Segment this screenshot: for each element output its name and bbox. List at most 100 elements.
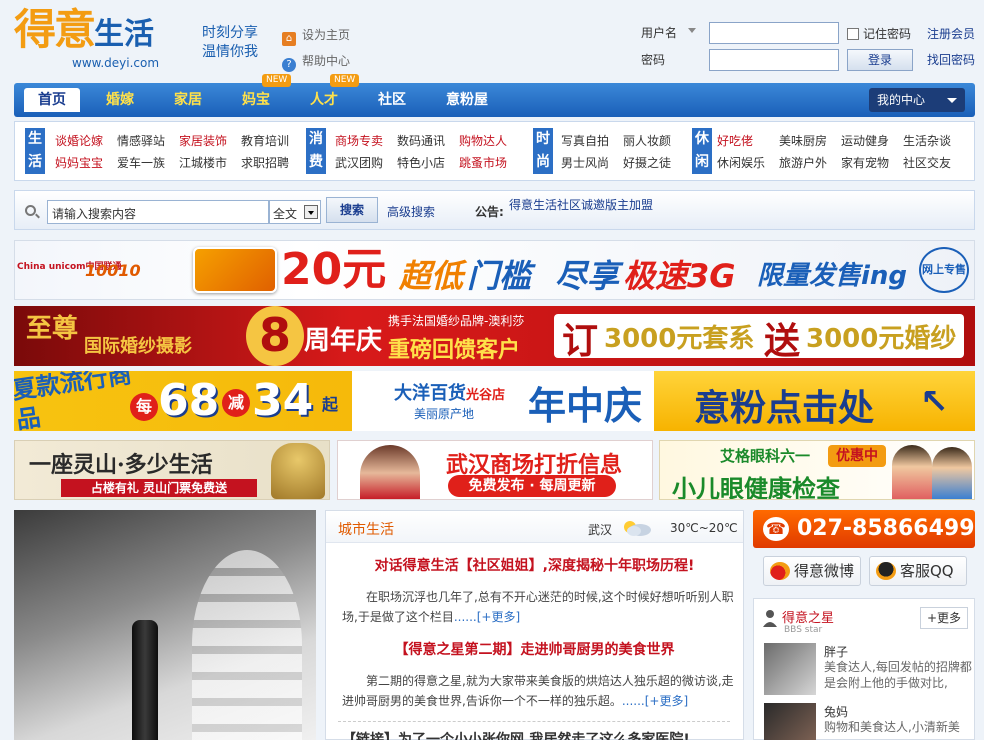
category-link[interactable]: 教育培训 [241,132,289,149]
more-link[interactable]: ......[+更多] [454,610,520,624]
username-dropdown-icon[interactable] [688,28,696,33]
banner-text: 限量发售ing [757,261,908,291]
nav-jobs[interactable]: 人才 NEW [298,74,360,117]
help-link[interactable]: ? 帮助中心 [282,48,350,74]
unicom-number: 10010 [85,261,141,280]
category-link[interactable]: 丽人妆颜 [623,132,671,149]
category-link[interactable]: 社区交友 [903,154,951,171]
banner-number: 34 [252,375,314,426]
search-input[interactable]: 请输入搜索内容 [47,200,269,224]
banner-text: 小儿眼健康检查 [672,475,840,500]
banner-text: 订 [562,321,599,362]
banner-lingshan[interactable]: 一座灵山·多少生活 占楼有礼 灵山门票免费送 [14,440,330,500]
banner-eye-clinic[interactable]: 艾格眼科六一 优惠中 小儿眼健康检查 [659,440,975,500]
star-name[interactable]: 胖子 [824,643,848,660]
category-link[interactable]: 家居装饰 [179,132,227,149]
banner-mall-discount[interactable]: 武汉商场打折信息 免费发布 · 每周更新 [337,440,653,500]
set-home-link[interactable]: ⌂ 设为主页 [282,22,350,48]
glass-tower-image [192,550,302,740]
search-scope-select[interactable]: 全文 [269,200,321,224]
banner-text: 优惠中 [828,445,886,467]
featured-photo[interactable] [14,510,316,740]
banner-text: 艾格眼科六一 [720,447,811,465]
category-link[interactable]: 情感驿站 [117,132,165,149]
star-description: 美食达人,每回发帖的招牌都是会附上他的手做对比, [824,660,972,690]
category-link[interactable]: 数码通讯 [397,132,445,149]
category-link[interactable]: 商场专卖 [335,132,383,149]
notice-link[interactable]: 得意生活社区诚邀版主加盟 [509,196,653,213]
register-link[interactable]: 注册会员 [927,25,975,42]
category-link[interactable]: 武汉团购 [335,154,383,171]
banner-wedding-photo[interactable]: 至尊 国际婚纱摄影 8 周年庆 携手法国婚纱品牌-澳利莎 重磅回馈客户 订 30… [14,306,975,366]
sim-card-image [193,247,277,293]
category-link[interactable]: 美味厨房 [779,132,827,149]
city-life-panel: 城市生活 武汉 30℃~20℃ 对话得意生活【社区姐姐】,深度揭秘十年职场历程!… [325,510,744,740]
category-link[interactable]: 购物达人 [459,132,507,149]
avatar[interactable] [764,703,816,740]
category-link[interactable]: 旅游户外 [779,154,827,171]
category-link[interactable]: 求职招聘 [241,154,289,171]
qq-button[interactable]: 客服QQ [869,556,967,586]
category-link[interactable]: 家有宠物 [841,154,889,171]
category-link[interactable]: 江城楼市 [179,154,227,171]
category-link[interactable]: 妈妈宝宝 [55,154,103,171]
banner-price: 20元 [281,244,387,295]
banner-text: 超低 [399,257,464,295]
nav-wedding[interactable]: 婚嫁 [94,83,146,117]
nav-home[interactable]: 首页 [24,88,80,112]
search-button[interactable]: 搜索 [326,197,378,223]
more-link[interactable]: ......[+更多] [622,694,688,708]
category-tag-life: 生活 [25,128,45,174]
forgot-password-link[interactable]: 找回密码 [927,51,975,68]
star-title: 得意之星 [782,611,835,626]
avatar[interactable] [764,643,816,695]
category-tag-consume: 消费 [306,128,326,174]
panel-title: 城市生活 [338,522,394,538]
password-input[interactable] [709,49,839,71]
category-link[interactable]: 写真自拍 [561,132,609,149]
brand-name: 国际婚纱摄影 [84,336,192,357]
banner-text: 占楼有礼 灵山门票免费送 [61,479,257,497]
my-center-dropdown[interactable]: 我的中心 [869,88,965,112]
banner-department-store[interactable]: 夏款流行商品 每 68 减 34 起 大洋百货光谷店 美丽原产地 年中庆 意粉点… [14,371,975,431]
banner-text: 减 [222,389,250,417]
category-link[interactable]: 爱车一族 [117,154,165,171]
advanced-search-link[interactable]: 高级搜索 [387,203,435,220]
banner-unicom[interactable]: China unicom中国联通 10010 20元 超低 门槛 尽享 极速3G… [14,240,975,300]
article-headline[interactable]: 【链接】为了一个小小张你网,我居然走了这么多家医院! [342,729,738,740]
article-headline[interactable]: 【得意之星第二期】走进帅哥厨男的美食世界 [326,639,743,659]
nav-home-decor[interactable]: 家居 [162,83,214,117]
category-link[interactable]: 特色小店 [397,154,445,171]
nav-community[interactable]: 社区 [366,83,418,117]
star-more-button[interactable]: +更多 [920,607,968,629]
remember-password[interactable]: 记住密码 [847,25,911,42]
new-badge: NEW [330,74,360,87]
category-tag-leisure: 休闲 [692,128,712,174]
category-link[interactable]: 运动健身 [841,132,889,149]
online-badge: 网上专售 [919,247,969,293]
password-label: 密码 [641,53,666,67]
category-link[interactable]: 生活杂谈 [903,132,951,149]
banner-text: 3000元婚纱 [806,324,957,354]
category-link[interactable]: 休闲娱乐 [717,154,765,171]
article-headline[interactable]: 对话得意生活【社区姐姐】,深度揭秘十年职场历程! [326,555,743,575]
banner-text: 年中庆 [528,384,643,428]
nav-fans[interactable]: 意粉屋 [434,83,500,117]
weibo-button[interactable]: 得意微博 [763,556,861,586]
unicom-logo: China unicom中国联通 [17,262,122,272]
banner-text: 送 [764,321,801,362]
username-input[interactable] [709,22,839,44]
category-link[interactable]: 谈婚论嫁 [55,132,103,149]
bottle-image [132,620,158,740]
category-link[interactable]: 好吃佬 [717,132,753,149]
category-link[interactable]: 好摄之徒 [623,154,671,171]
notice-label: 公告: [475,205,504,219]
site-logo[interactable]: 得意生活 [14,6,154,59]
category-link[interactable]: 跳蚤市场 [459,154,507,171]
category-link[interactable]: 男士风尚 [561,154,609,171]
article-summary: 在职场沉浮也几年了,总有不开心迷茫的时候,这个时候好想听听别人职场,于是做了这个… [342,590,734,624]
nav-baby[interactable]: 妈宝 NEW [230,74,292,117]
star-name[interactable]: 兔妈 [824,703,848,720]
remember-checkbox[interactable] [847,28,859,40]
login-button[interactable]: 登录 [847,49,913,71]
